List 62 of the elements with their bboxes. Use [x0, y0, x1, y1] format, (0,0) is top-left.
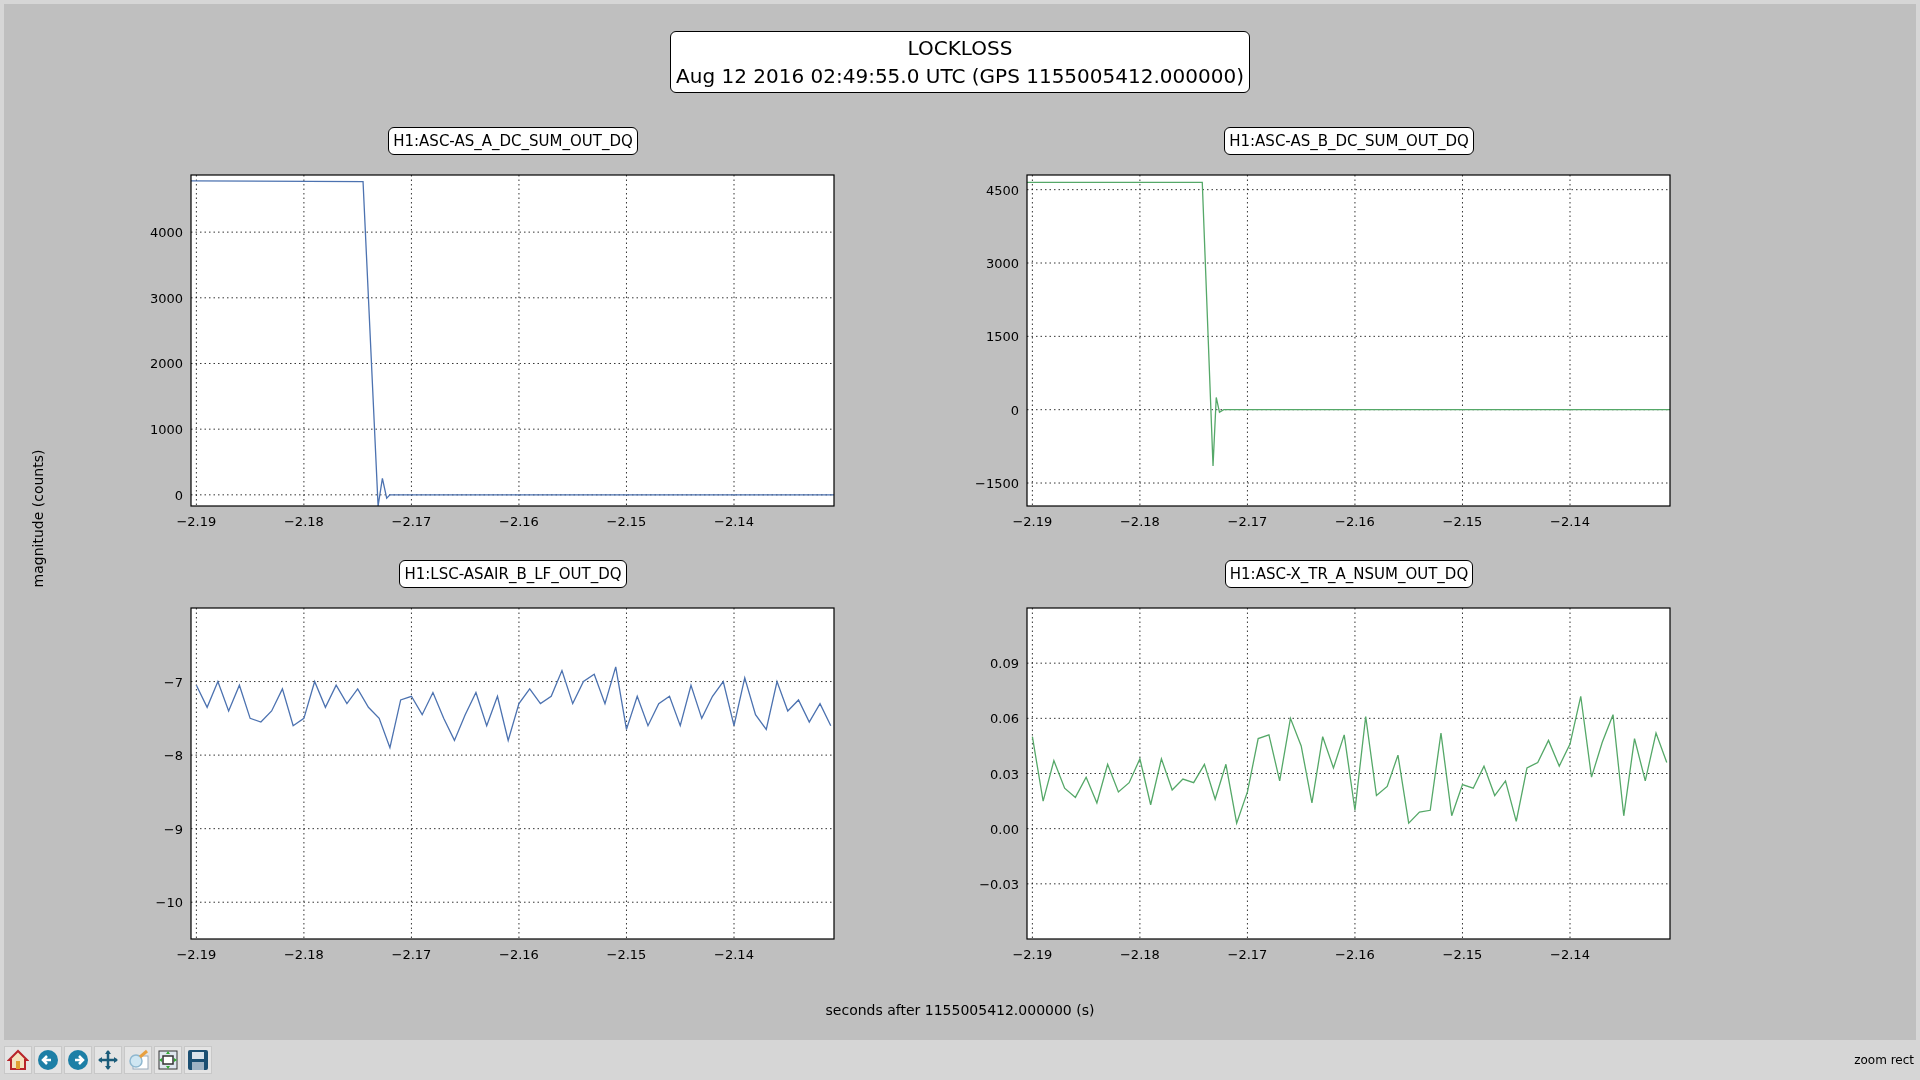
x-tick-label: −2.18 — [284, 514, 324, 529]
x-tick-label: −2.16 — [1335, 514, 1375, 529]
x-tick-label: −2.15 — [1442, 514, 1483, 529]
y-axis-label: magnitude (counts) — [29, 449, 48, 587]
subplot-title: H1:ASC-AS_B_DC_SUM_OUT_DQ — [1224, 127, 1474, 155]
x-tick-label: −2.19 — [1012, 947, 1053, 962]
y-tick-label: 3000 — [149, 290, 183, 306]
forward-button[interactable] — [64, 1046, 92, 1074]
y-tick-label: −1500 — [975, 476, 1019, 491]
x-tick-label: −2.16 — [1335, 947, 1375, 962]
x-tick-label: −2.18 — [284, 947, 324, 962]
y-tick-label: 0 — [1010, 402, 1019, 418]
y-tick-label: −7 — [163, 674, 183, 690]
y-tick-label: −9 — [163, 821, 183, 837]
subplots-icon — [157, 1049, 179, 1071]
y-tick-label: 4500 — [985, 182, 1019, 198]
x-tick-label: −2.19 — [176, 947, 217, 962]
title-line: LOCKLOSS — [907, 35, 1013, 62]
x-tick-label: −2.19 — [176, 514, 217, 529]
x-tick-label: −2.17 — [1227, 514, 1268, 529]
y-tick-label: −10 — [155, 895, 183, 911]
x-tick-label: −2.19 — [1012, 514, 1053, 529]
subplot-title: H1:LSC-ASAIR_B_LF_OUT_DQ — [399, 560, 627, 588]
home-button[interactable] — [4, 1046, 32, 1074]
x-tick-label: −2.16 — [499, 514, 539, 529]
x-tick-label: −2.15 — [606, 947, 647, 962]
y-tick-label: 0 — [174, 487, 183, 503]
x-tick-label: −2.18 — [1120, 947, 1160, 962]
y-tick-label: 0.03 — [990, 766, 1019, 782]
y-tick-label: 0.09 — [990, 656, 1019, 672]
x-tick-label: −2.17 — [1227, 947, 1268, 962]
y-tick-label: 0.06 — [990, 711, 1019, 727]
x-tick-label: −2.18 — [1120, 514, 1160, 529]
x-tick-label: −2.15 — [606, 514, 647, 529]
x-axis-label: seconds after 1155005412.000000 (s) — [825, 1001, 1095, 1020]
house-icon — [7, 1049, 29, 1071]
x-tick-label: −2.17 — [391, 947, 432, 962]
magnifier-icon — [127, 1049, 149, 1071]
x-tick-label: −2.14 — [714, 947, 754, 962]
x-tick-label: −2.14 — [1550, 514, 1590, 529]
y-tick-label: 4000 — [149, 225, 183, 241]
y-tick-label: −8 — [163, 748, 183, 764]
y-tick-label: 2000 — [149, 356, 183, 372]
x-tick-label: −2.17 — [391, 514, 432, 529]
y-tick-label: 3000 — [985, 256, 1019, 271]
x-tick-label: −2.15 — [1442, 947, 1483, 962]
y-tick-label: 1500 — [985, 329, 1019, 345]
back-button[interactable] — [34, 1046, 62, 1074]
x-tick-label: −2.14 — [714, 514, 754, 529]
title-line: Aug 12 2016 02:49:55.0 UTC (GPS 1155005412.000000) — [676, 63, 1244, 90]
y-tick-label: 0.00 — [990, 821, 1019, 837]
subplot-title: H1:ASC-X_TR_A_NSUM_OUT_DQ — [1224, 560, 1474, 588]
x-tick-label: −2.16 — [499, 947, 539, 962]
subplots-button[interactable] — [154, 1046, 182, 1074]
status-message: zoom rect — [1854, 1052, 1915, 1069]
pan-button[interactable] — [94, 1046, 122, 1074]
y-tick-label: −0.03 — [979, 876, 1019, 892]
save-button[interactable] — [184, 1046, 212, 1074]
x-tick-label: −2.14 — [1550, 947, 1590, 962]
subplot-title: H1:ASC-AS_A_DC_SUM_OUT_DQ — [388, 127, 638, 155]
move-arrows-icon — [97, 1049, 119, 1071]
y-tick-label: 1000 — [149, 422, 183, 438]
